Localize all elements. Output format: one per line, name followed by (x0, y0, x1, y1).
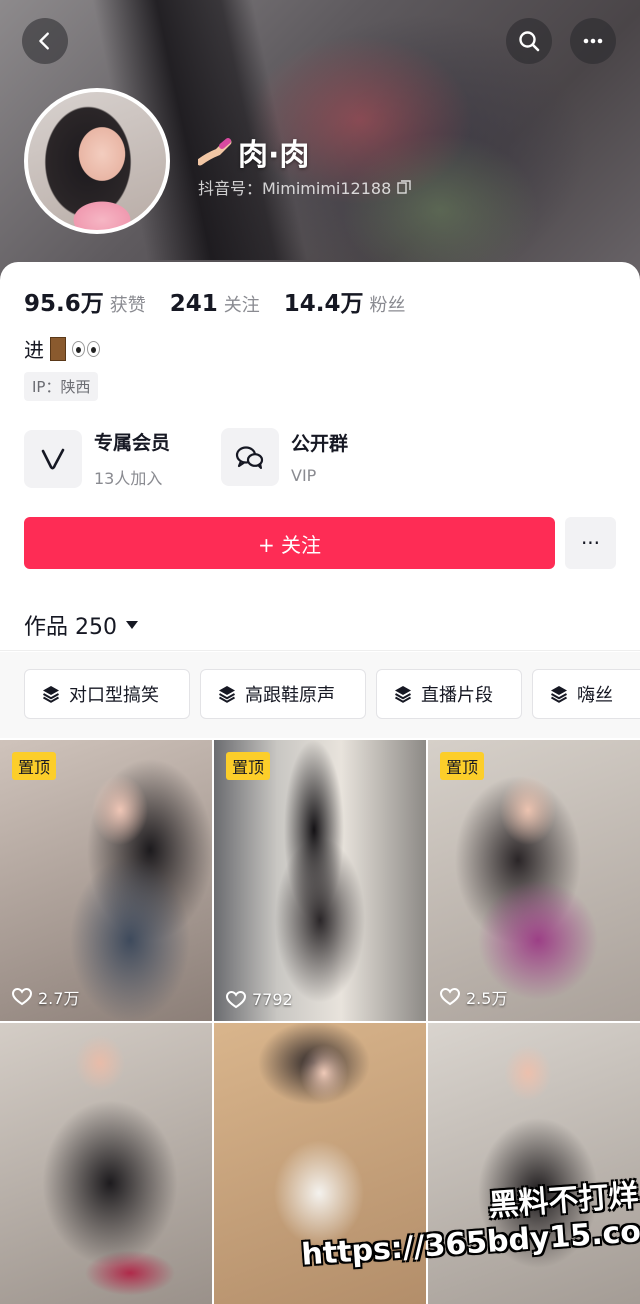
collection-chip[interactable]: 直播片段 (376, 669, 522, 719)
stat-label: 粉丝 (369, 295, 406, 316)
feature-subtitle: 13人加入 (94, 469, 163, 488)
video-tile[interactable]: 置顶 7792 (214, 740, 426, 1021)
layers-icon (395, 686, 411, 703)
stat-value: 241 (169, 291, 218, 317)
stat-following[interactable]: 241 关注 (170, 291, 260, 317)
layers-icon (43, 686, 59, 703)
heart-icon (12, 988, 32, 1006)
like-count-text: 7792 (252, 990, 293, 1009)
stats-row: 95.6万 获赞 241 关注 14.4万 粉丝 (24, 284, 406, 318)
chevron-left-icon (39, 32, 49, 50)
pinned-badge: 置顶 (12, 752, 57, 780)
collection-label: 直播片段 (421, 685, 493, 706)
feature-title: 公开群 (291, 433, 349, 455)
stat-label: 关注 (223, 295, 260, 316)
collection-label: 对口型搞笑 (69, 685, 159, 706)
profile-panel: 95.6万 获赞 241 关注 14.4万 粉丝 进 IP：陕西 专属会员 13… (0, 262, 640, 1304)
door-icon (50, 336, 66, 361)
douyin-id[interactable]: 抖音号：Mimimimi12188 (198, 175, 411, 199)
like-count-text: 2.5万 (466, 989, 508, 1008)
stat-value: 14.4万 (283, 291, 364, 317)
caret-down-icon (126, 621, 138, 629)
pinned-badge: 置顶 (440, 752, 485, 780)
like-count-text: 2.7万 (38, 989, 80, 1008)
bio: 进 (24, 334, 100, 363)
like-count: 2.5万 (440, 985, 507, 1009)
profile-name-text: 肉·肉 (238, 138, 310, 173)
stat-followers[interactable]: 14.4万 粉丝 (284, 284, 406, 318)
follow-more-button[interactable]: ··· (565, 517, 616, 569)
collection-label: 高跟鞋原声 (245, 685, 335, 706)
video-tile[interactable] (0, 1023, 212, 1304)
like-count: 2.7万 (12, 985, 79, 1009)
bio-text: 进 (24, 338, 44, 362)
feature-title: 专属会员 (94, 432, 171, 454)
nail-polish-icon (198, 138, 232, 166)
more-options-button[interactable] (570, 18, 616, 64)
divider (0, 650, 640, 651)
more-label: ··· (580, 531, 601, 555)
avatar[interactable] (24, 88, 170, 234)
works-label: 作品 250 (24, 615, 117, 640)
follow-button[interactable]: + 关注 (24, 517, 555, 569)
search-button[interactable] (506, 18, 552, 64)
vip-v-icon (24, 429, 82, 488)
video-tile[interactable]: 置顶 2.5万 (428, 740, 640, 1021)
layers-icon (551, 686, 567, 703)
collection-chip[interactable]: 嗨丝 (532, 669, 640, 719)
follow-button-label: + 关注 (257, 532, 322, 557)
collection-chip[interactable]: 对口型搞笑 (24, 669, 190, 719)
feature-exclusive-member[interactable]: 专属会员 13人加入 (24, 428, 170, 489)
heart-icon (440, 988, 460, 1006)
group-chat-icon (221, 428, 279, 486)
like-count: 7792 (226, 990, 293, 1009)
video-tile[interactable]: 置顶 2.7万 (0, 740, 212, 1021)
eyes-icon (72, 340, 100, 357)
heart-icon (226, 990, 246, 1008)
search-icon (519, 31, 540, 52)
collections-bar: 对口型搞笑 高跟鞋原声 直播片段 嗨丝 (0, 652, 640, 738)
works-tab[interactable]: 作品 250 (24, 609, 139, 641)
more-dots-icon (583, 38, 603, 44)
copy-icon[interactable] (397, 180, 411, 194)
stat-value: 95.6万 (24, 291, 104, 317)
layers-icon (219, 686, 235, 703)
profile-name: 肉·肉 (198, 130, 309, 174)
collection-label: 嗨丝 (577, 685, 613, 706)
stat-likes: 95.6万 获赞 (24, 284, 146, 318)
back-button[interactable] (22, 18, 68, 64)
stat-label: 获赞 (109, 295, 146, 316)
douyin-id-text: 抖音号：Mimimimi12188 (198, 179, 392, 198)
pinned-badge: 置顶 (226, 752, 271, 780)
feature-public-group[interactable]: 公开群 VIP (221, 428, 348, 486)
collection-chip[interactable]: 高跟鞋原声 (200, 669, 366, 719)
feature-subtitle: VIP (291, 466, 317, 485)
ip-badge: IP：陕西 (24, 372, 99, 401)
